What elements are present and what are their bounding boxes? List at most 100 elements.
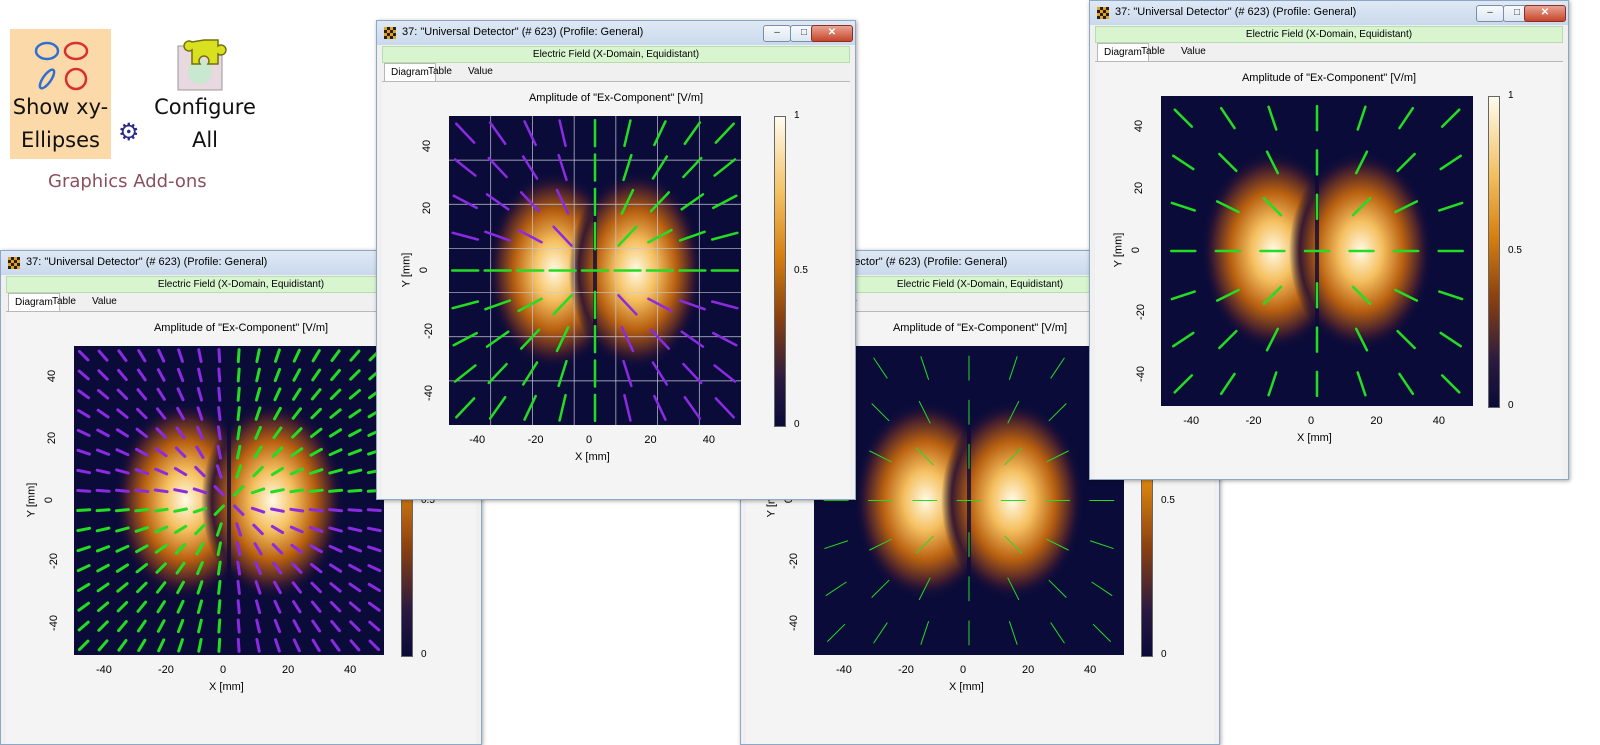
x-axis-label: X [mm] xyxy=(949,681,984,693)
polarization-line xyxy=(217,599,222,615)
tab-table[interactable]: Table xyxy=(1135,43,1171,60)
settings-icon[interactable]: ⚙ xyxy=(118,121,140,145)
polarization-line xyxy=(217,348,222,364)
y-tick-label: 40 xyxy=(1133,119,1146,133)
show-ellipses-label-2: Ellipses xyxy=(21,128,100,152)
x-tick-label: -40 xyxy=(1183,415,1200,427)
polarization-line xyxy=(236,637,241,653)
polarization-line xyxy=(217,386,222,402)
polarization-line xyxy=(308,488,324,494)
heatmap-svg xyxy=(814,346,1124,655)
amplitude-heatmap[interactable] xyxy=(449,116,741,425)
x-tick-label: -20 xyxy=(898,664,914,676)
y-tick-label: -40 xyxy=(1134,366,1147,382)
detector-window-c[interactable]: 37: "Universal Detector" (# 623) (Profil… xyxy=(376,20,856,500)
y-axis-label: Y [mm] xyxy=(1112,232,1125,268)
polarization-line xyxy=(216,560,222,576)
tab-value[interactable]: Value at (x,y) xyxy=(86,293,123,341)
polarization-line xyxy=(236,348,241,364)
tab-table[interactable]: Table xyxy=(422,63,458,80)
x-tick-label: -20 xyxy=(158,664,174,676)
title-bar[interactable]: 37: "Universal Detector" (# 623) (Profil… xyxy=(1090,1,1568,25)
minimize-icon[interactable]: – xyxy=(1476,5,1504,22)
polarization-line xyxy=(236,599,241,615)
y-tick-label: -20 xyxy=(787,553,800,570)
polarization-line xyxy=(236,386,241,402)
polarization-line xyxy=(308,507,324,513)
x-tick-label: -20 xyxy=(527,434,544,446)
polarization-line xyxy=(134,488,150,494)
y-tick-label: 0 xyxy=(43,496,56,503)
detector-icon xyxy=(384,27,396,39)
polarization-line xyxy=(114,508,130,513)
close-icon[interactable]: ✕ xyxy=(811,25,853,42)
polarization-line xyxy=(236,579,241,595)
x-tick-label: 40 xyxy=(1432,415,1446,427)
show-xy-ellipses-button[interactable]: Show xy- Ellipses xyxy=(10,29,111,159)
x-tick-label: 0 xyxy=(1308,415,1315,427)
y-tick-label: -20 xyxy=(1134,304,1147,320)
polarization-line xyxy=(236,618,241,634)
y-tick-label: -40 xyxy=(47,615,60,632)
plot-title: Amplitude of "Ex-Component" [V/m] xyxy=(528,92,704,104)
minimize-icon[interactable]: – xyxy=(763,25,791,42)
configure-all-button[interactable]: Configure All xyxy=(150,34,260,154)
configure-label-2: All xyxy=(191,128,219,152)
x-tick-label: 0 xyxy=(586,434,593,446)
x-tick-label: -40 xyxy=(836,664,852,676)
x-tick-label: 20 xyxy=(644,434,657,446)
x-tick-label: -40 xyxy=(96,664,112,676)
polarization-line xyxy=(347,488,363,493)
polarization-line xyxy=(366,508,382,513)
polarization-line xyxy=(236,425,242,441)
polarization-line xyxy=(76,488,92,493)
x-tick-label: 20 xyxy=(282,664,295,676)
amplitude-heatmap[interactable] xyxy=(1161,96,1473,406)
amplitude-heatmap[interactable] xyxy=(74,346,384,655)
colorbar-label: 1 xyxy=(1508,90,1514,101)
ellipses-icon xyxy=(34,41,89,91)
plot-title: Amplitude of "Ex-Component" [V/m] xyxy=(1241,72,1417,84)
colorbar-label: 0 xyxy=(1508,400,1514,411)
polarization-line xyxy=(76,508,92,513)
x-tick-label: -20 xyxy=(1245,415,1262,427)
colorbar-label: 0.5 xyxy=(1508,245,1522,256)
colorbar-label: 1 xyxy=(794,110,800,121)
amplitude-heatmap[interactable] xyxy=(814,346,1124,655)
detector-icon xyxy=(8,257,20,269)
polarization-line xyxy=(236,560,242,576)
polarization-line xyxy=(217,618,222,634)
y-tick-label: -40 xyxy=(787,615,800,632)
x-tick-label: 40 xyxy=(702,434,716,446)
tab-table[interactable]: Table xyxy=(46,293,82,310)
y-tick-label: -40 xyxy=(422,385,435,402)
polarization-line xyxy=(289,507,305,513)
title-bar[interactable]: 37: "Universal Detector" (# 623) (Profil… xyxy=(377,21,855,45)
window-title: 37: "Universal Detector" (# 623) (Profil… xyxy=(1115,6,1357,18)
detector-window-tr[interactable]: 37: "Universal Detector" (# 623) (Profil… xyxy=(1089,0,1569,480)
colorbar xyxy=(1488,96,1500,408)
center-null-line xyxy=(227,346,231,655)
y-axis-label: Y [mm] xyxy=(400,252,413,287)
y-tick-label: -20 xyxy=(47,553,60,570)
window-title: 37: "Universal Detector" (# 623) (Profil… xyxy=(402,26,644,38)
close-icon[interactable]: ✕ xyxy=(1524,5,1566,22)
y-tick-label: 0 xyxy=(1130,246,1143,254)
polarization-line xyxy=(217,637,222,653)
group-label: Graphics Add-ons xyxy=(48,171,207,192)
polarization-line xyxy=(347,508,363,513)
window-title: 37: "Universal Detector" (# 623) (Profil… xyxy=(26,256,268,268)
polarization-line xyxy=(328,488,344,493)
x-tick-label: 0 xyxy=(960,664,967,676)
polarization-line xyxy=(153,507,169,513)
field-subtitle: Electric Field (X-Domain, Equidistant) xyxy=(382,46,850,63)
polarization-line xyxy=(153,488,169,494)
colorbar-label: 0 xyxy=(421,649,427,660)
y-tick-label: 40 xyxy=(421,139,434,153)
tab-value[interactable]: Value at (x,y) xyxy=(1175,43,1212,91)
y-tick-label: 40 xyxy=(46,369,59,383)
polarization-line xyxy=(328,508,344,513)
tab-value[interactable]: Value at (x,y) xyxy=(462,63,499,111)
polarization-line xyxy=(289,488,305,494)
polarization-line xyxy=(95,508,111,513)
